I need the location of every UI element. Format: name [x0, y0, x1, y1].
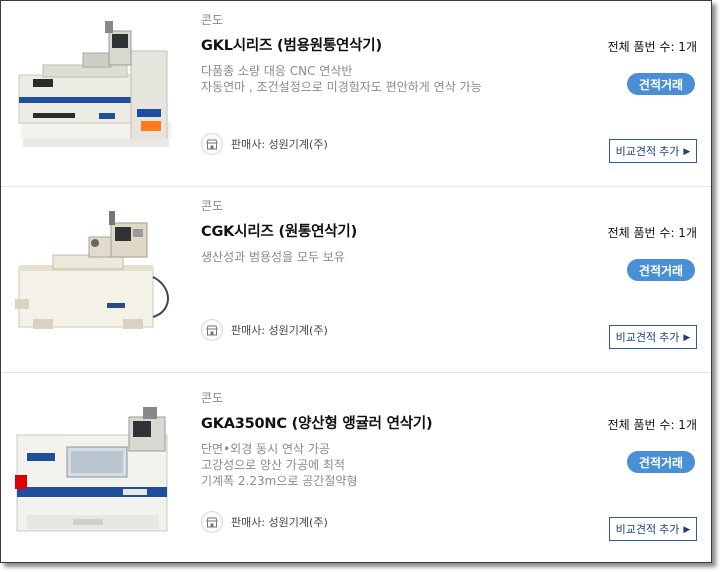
compare-label: 비교견적 추가 — [615, 332, 680, 344]
product-card: 콘도 GKL시리즈 (범용원통연삭기) 다품종 소량 대응 CNC 연삭반 자동… — [1, 1, 711, 187]
item-count: 전체 품번 수: 1개 — [607, 418, 697, 432]
description-line: 기계폭 2.23m으로 공간절약형 — [201, 474, 358, 488]
store-icon — [201, 511, 223, 533]
compare-label: 비교견적 추가 — [615, 524, 680, 536]
compare-add-button[interactable]: 비교견적 추가 ▶ — [609, 517, 697, 541]
compare-add-button[interactable]: 비교견적 추가 ▶ — [609, 325, 697, 349]
brand-name: 콘도 — [201, 199, 224, 213]
compare-add-button[interactable]: 비교견적 추가 ▶ — [609, 139, 697, 163]
brand-name: 콘도 — [201, 13, 224, 27]
quote-button[interactable]: 견적거래 — [627, 451, 695, 473]
quote-button[interactable]: 견적거래 — [627, 73, 695, 95]
product-title[interactable]: GKL시리즈 (범용원통연삭기) — [201, 34, 382, 55]
description-line: 고강성으로 양산 가공에 최적 — [201, 458, 345, 472]
product-description: 다품종 소량 대응 CNC 연삭반 자동연마 , 조건설정으로 미경험자도 편안… — [201, 63, 482, 95]
item-count: 전체 품번 수: 1개 — [607, 226, 697, 240]
item-count: 전체 품번 수: 1개 — [607, 40, 697, 54]
description-line: 다품종 소량 대응 CNC 연삭반 — [201, 64, 353, 78]
product-title[interactable]: CGK시리즈 (원통연삭기) — [201, 220, 357, 241]
chevron-right-icon: ▶ — [683, 523, 691, 534]
seller-info: 판매사: 성원기계(주) — [201, 133, 328, 155]
product-description: 생산성과 범용성을 모두 보유 — [201, 249, 345, 265]
seller-info: 판매사: 성원기계(주) — [201, 319, 328, 341]
product-image[interactable] — [13, 391, 177, 541]
store-icon — [201, 319, 223, 341]
product-image[interactable] — [13, 13, 177, 163]
product-card: 콘도 GKA350NC (양산형 앵귤러 연삭기) 단면•외경 동시 연삭 가공… — [1, 379, 711, 562]
store-icon — [201, 133, 223, 155]
product-image[interactable] — [13, 199, 177, 349]
seller-info: 판매사: 성원기계(주) — [201, 511, 328, 533]
compare-label: 비교견적 추가 — [615, 146, 680, 158]
chevron-right-icon: ▶ — [683, 331, 691, 342]
brand-name: 콘도 — [201, 391, 224, 405]
description-line: 단면•외경 동시 연삭 가공 — [201, 442, 330, 456]
description-line: 자동연마 , 조건설정으로 미경험자도 편안하게 연삭 가능 — [201, 80, 482, 94]
seller-name: 판매사: 성원기계(주) — [231, 138, 328, 151]
product-card: 콘도 CGK시리즈 (원통연삭기) 생산성과 범용성을 모두 보유 판매사: 성… — [1, 187, 711, 373]
quote-button[interactable]: 견적거래 — [627, 259, 695, 281]
product-title[interactable]: GKA350NC (양산형 앵귤러 연삭기) — [201, 412, 433, 433]
chevron-right-icon: ▶ — [683, 145, 691, 156]
description-line: 생산성과 범용성을 모두 보유 — [201, 250, 345, 264]
seller-name: 판매사: 성원기계(주) — [231, 324, 328, 337]
product-list: 콘도 GKL시리즈 (범용원통연삭기) 다품종 소량 대응 CNC 연삭반 자동… — [0, 0, 712, 563]
product-description: 단면•외경 동시 연삭 가공 고강성으로 양산 가공에 최적 기계폭 2.23m… — [201, 441, 357, 489]
seller-name: 판매사: 성원기계(주) — [231, 516, 328, 529]
